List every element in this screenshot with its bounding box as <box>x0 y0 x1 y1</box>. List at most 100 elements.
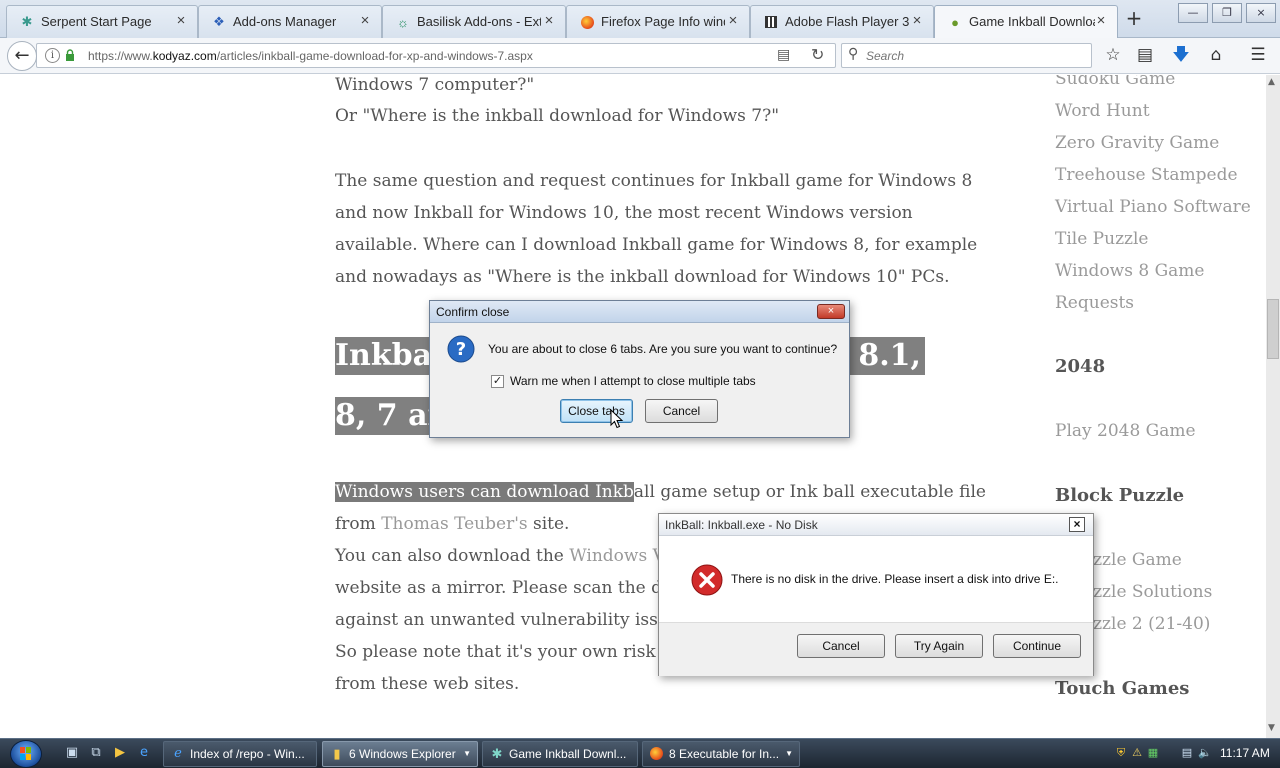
sidebar-link[interactable]: Treehouse Stampede <box>1055 165 1238 185</box>
sidebar-link[interactable]: Word Hunt <box>1055 101 1150 121</box>
flash-icon <box>763 14 779 30</box>
cancel-button[interactable]: Cancel <box>645 399 718 423</box>
restore-button[interactable]: ❐ <box>1212 3 1242 23</box>
taskbar-button-label: 8 Executable for In... <box>669 747 780 761</box>
selected-text: Windows users can download Inkb <box>335 482 634 502</box>
start-button[interactable] <box>10 740 42 768</box>
close-tab-icon[interactable]: × <box>909 12 925 29</box>
sidebar-heading: Block Puzzle <box>1055 485 1185 506</box>
network-icon[interactable]: ▤ <box>1180 746 1194 760</box>
switch-windows-icon[interactable]: ⧉ <box>88 745 104 761</box>
dialog-titlebar: InkBall: Inkball.exe - No Disk × <box>659 514 1093 536</box>
tab-flash-player[interactable]: Adobe Flash Player 32.0 × <box>750 5 934 38</box>
bookmark-star-icon[interactable]: ☆ <box>1101 43 1125 67</box>
sidebar-link[interactable]: Sudoku Game <box>1055 75 1175 89</box>
bulb-icon: ● <box>951 14 959 30</box>
close-tab-icon[interactable]: × <box>725 12 741 29</box>
dialog-title: InkBall: Inkball.exe - No Disk <box>665 518 818 532</box>
close-tab-icon[interactable]: × <box>541 12 557 29</box>
close-tab-icon[interactable]: × <box>1093 12 1109 29</box>
sidebar-link[interactable]: Virtual Piano Software <box>1055 197 1251 217</box>
svg-text:?: ? <box>456 339 466 360</box>
warn-checkbox[interactable]: ✓ <box>491 375 504 388</box>
lock-icon[interactable] <box>65 49 75 61</box>
downloads-icon[interactable]: 🡇 <box>1169 43 1193 67</box>
heading-start: Inkbal <box>335 338 444 373</box>
tab-addons-manager[interactable]: ❖ Add-ons Manager × <box>198 5 382 38</box>
text-start: You can also download the <box>335 546 570 566</box>
url-prefix: https://www. <box>88 49 153 63</box>
serpent-icon: ✱ <box>21 14 33 29</box>
windows-logo-icon <box>20 747 31 760</box>
search-icon: ⚲ <box>848 46 859 62</box>
tab-inkball-active[interactable]: ● Game Inkball Downloa × <box>934 5 1118 39</box>
sidebar-link[interactable]: Zero Gravity Game <box>1055 133 1219 153</box>
info-icon[interactable]: i <box>45 48 60 63</box>
minimize-button[interactable]: — <box>1178 3 1208 23</box>
close-window-button[interactable]: × <box>1246 3 1276 23</box>
reload-icon[interactable]: ↻ <box>811 45 824 64</box>
update-icon[interactable]: ▦ <box>1146 746 1160 760</box>
url-text[interactable]: https://www.kodyaz.com/articles/inkball-… <box>88 49 533 63</box>
url-bar[interactable]: i https://www.kodyaz.com/articles/inkbal… <box>36 43 836 68</box>
article-text: from these web sites. <box>335 674 520 694</box>
sidebar-link[interactable]: Play 2048 Game <box>1055 421 1196 441</box>
tab-title: Basilisk Add-ons - Exte <box>417 14 541 29</box>
ie-quicklaunch-icon[interactable]: e <box>136 745 152 761</box>
article-text: The same question and request continues … <box>335 171 973 191</box>
sidebar-link[interactable]: Tile Puzzle <box>1055 229 1148 249</box>
dialog-title: Confirm close <box>436 305 510 319</box>
cancel-button[interactable]: Cancel <box>797 634 885 658</box>
back-button[interactable]: ← <box>7 41 37 71</box>
article-text: available. Where can I download Inkball … <box>335 235 978 255</box>
show-desktop-icon[interactable]: ▣ <box>64 745 80 761</box>
new-tab-button[interactable]: + <box>1124 6 1144 32</box>
tab-title: Add-ons Manager <box>233 14 337 29</box>
search-box[interactable]: ⚲ <box>841 43 1092 68</box>
chevron-down-icon: ▼ <box>463 749 471 758</box>
chevron-down-icon: ▼ <box>785 749 793 758</box>
scroll-up-icon[interactable]: ▲ <box>1268 77 1275 87</box>
clock[interactable]: 11:17 AM <box>1220 746 1270 760</box>
confirm-close-dialog: Confirm close × ? You are about to close… <box>429 300 850 438</box>
home-icon[interactable]: ⌂ <box>1204 43 1228 67</box>
taskbar-button-windows-explorer[interactable]: ▮ 6 Windows Explorer ▼ <box>322 741 478 767</box>
scroll-thumb[interactable] <box>1267 299 1279 359</box>
menu-icon[interactable]: ☰ <box>1246 43 1270 67</box>
screen: ✱ Serpent Start Page × ❖ Add-ons Manager… <box>0 0 1280 768</box>
article-text: against an unwanted vulnerability issue. <box>335 610 685 630</box>
try-again-button[interactable]: Try Again <box>895 634 983 658</box>
close-tab-icon[interactable]: × <box>357 12 373 29</box>
ie-icon: e <box>174 746 182 761</box>
dialog-close-button[interactable]: × <box>817 304 845 319</box>
reader-view-icon[interactable]: ▤ <box>777 47 790 63</box>
tray-warning-icon[interactable]: ⚠ <box>1130 746 1144 760</box>
bookmarks-menu-icon[interactable]: ▤ <box>1133 43 1157 67</box>
media-player-icon[interactable]: ▶ <box>112 745 128 761</box>
tab-page-info[interactable]: Firefox Page Info windo × <box>566 5 750 38</box>
dialog-close-button[interactable]: × <box>1069 517 1085 532</box>
text-from: from <box>335 514 382 534</box>
taskbar-button-game-inkball[interactable]: ✱ Game Inkball Downl... <box>482 741 638 767</box>
error-icon <box>691 564 723 596</box>
sidebar-link[interactable]: Windows 8 Game <box>1055 261 1204 281</box>
vertical-scrollbar[interactable]: ▲ ▼ <box>1266 75 1280 738</box>
thomas-teuber-link[interactable]: Thomas Teuber's <box>381 514 527 534</box>
volume-icon[interactable]: 🔈 <box>1198 746 1212 760</box>
shield-icon[interactable]: ⛨ <box>1114 746 1128 760</box>
continue-button[interactable]: Continue <box>993 634 1081 658</box>
dialog-message: You are about to close 6 tabs. Are you s… <box>488 342 838 356</box>
text-end: site. <box>527 514 570 534</box>
tab-serpent-start[interactable]: ✱ Serpent Start Page × <box>6 5 198 38</box>
scroll-down-icon[interactable]: ▼ <box>1268 723 1275 733</box>
tab-basilisk-addons[interactable]: ☼ Basilisk Add-ons - Exte × <box>382 5 566 38</box>
close-tab-icon[interactable]: × <box>173 12 189 29</box>
taskbar: ▣ ⧉ ▶ e e Index of /repo - Win... ▮ 6 Wi… <box>0 738 1280 768</box>
article-text: You can also download the Windows Vist <box>335 540 686 572</box>
sidebar-link[interactable]: Requests <box>1055 293 1134 313</box>
taskbar-button-index-of-repo[interactable]: e Index of /repo - Win... <box>163 741 317 767</box>
taskbar-button-label: 6 Windows Explorer <box>349 747 456 761</box>
search-input[interactable] <box>866 47 1086 64</box>
taskbar-button-executable[interactable]: 8 Executable for In... ▼ <box>642 741 800 767</box>
warn-checkbox-label[interactable]: Warn me when I attempt to close multiple… <box>510 374 756 388</box>
